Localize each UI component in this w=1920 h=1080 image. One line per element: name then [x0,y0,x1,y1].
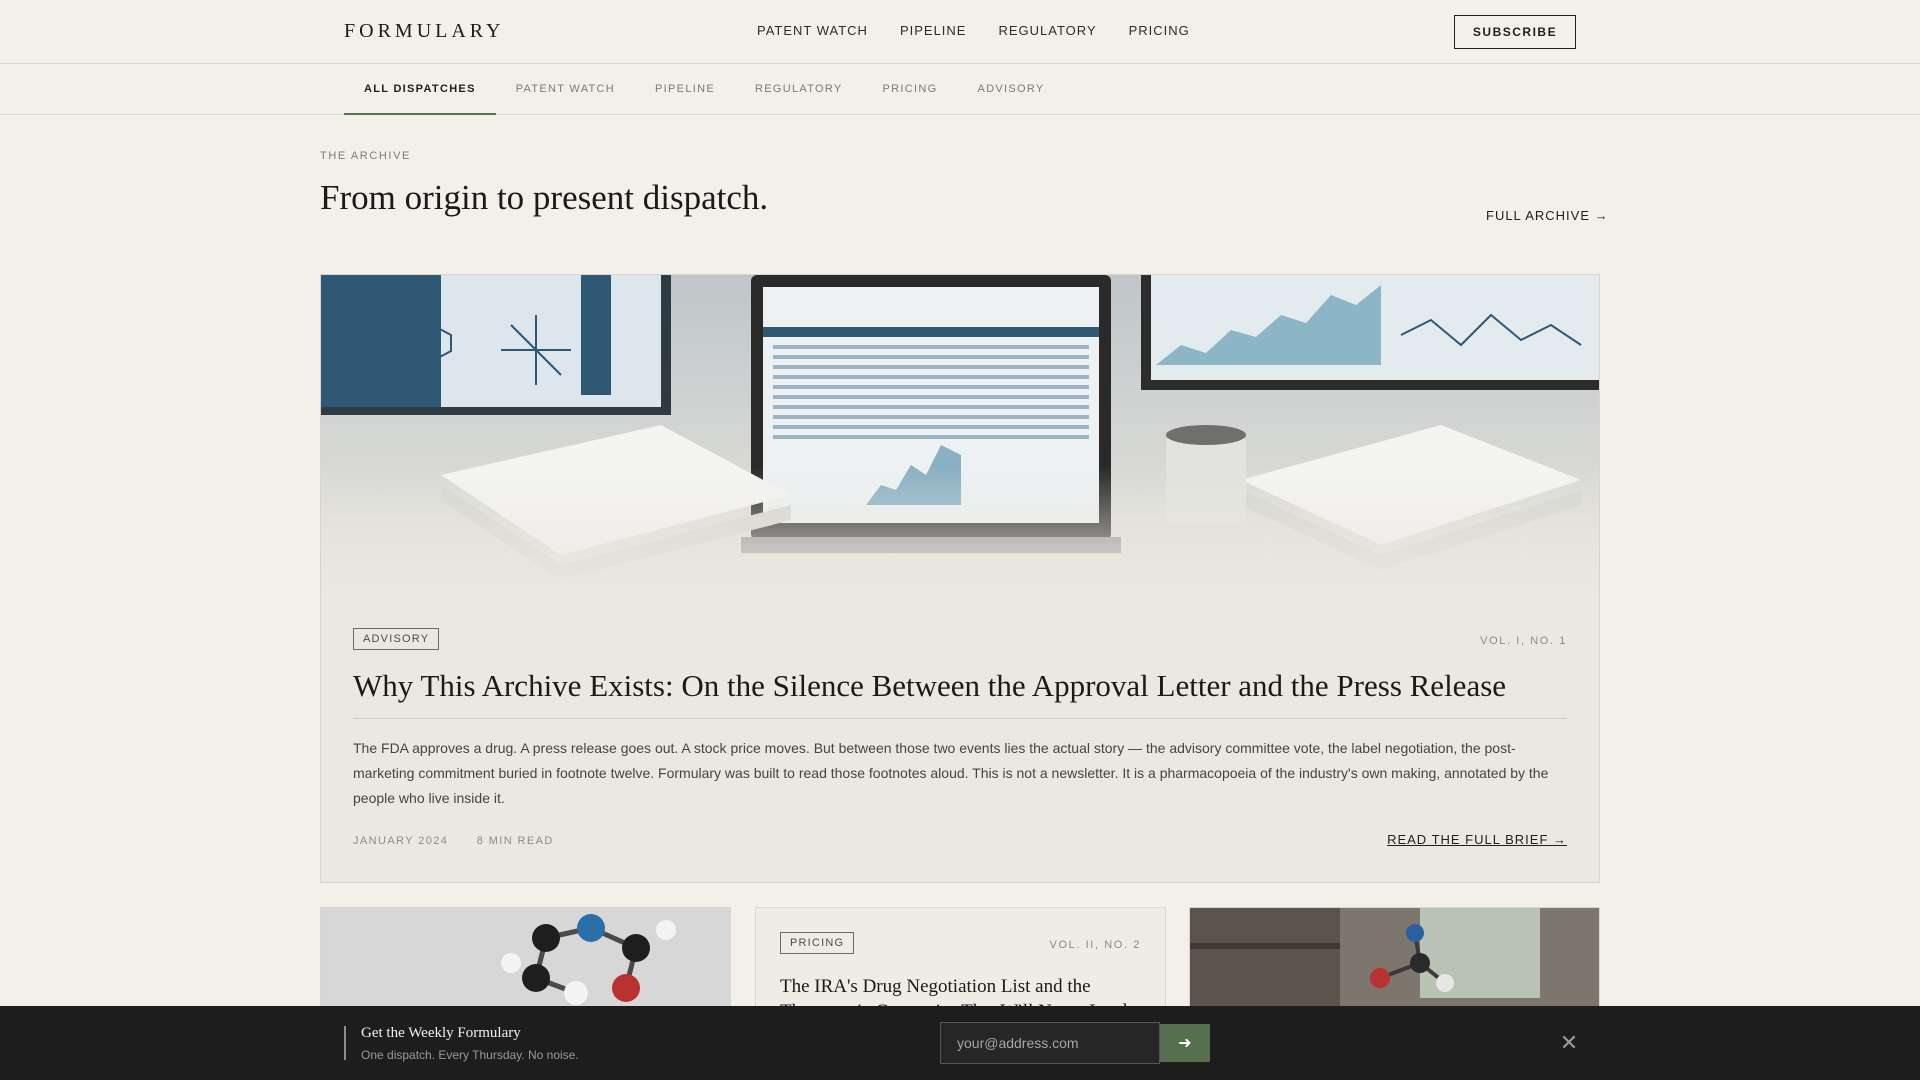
newsletter-submit-button[interactable]: ➜ [1160,1024,1210,1062]
tab-advisory[interactable]: ADVISORY [957,64,1064,115]
featured-hero-image [321,275,1599,595]
top-navigation: FORMULARY PATENT WATCH PIPELINE REGULATO… [0,0,1920,64]
nav-patent-watch[interactable]: PATENT WATCH [757,23,868,38]
volume-label: VOL. II, NO. 2 [1049,939,1141,951]
newsletter-bar: Get the Weekly Formulary One dispatch. E… [0,1006,1920,1080]
featured-article-excerpt: The FDA approves a drug. A press release… [353,740,1549,806]
newsletter-divider [344,1026,346,1060]
nav-pipeline[interactable]: PIPELINE [900,23,967,38]
category-tag[interactable]: PRICING [780,932,855,954]
tab-patent-watch[interactable]: PATENT WATCH [496,64,635,115]
category-tabs: ALL DISPATCHES PATENT WATCH PIPELINE REG… [344,64,1065,115]
tab-all-dispatches[interactable]: ALL DISPATCHES [344,64,496,115]
tab-pricing[interactable]: PRICING [863,64,958,115]
category-tabbar: ALL DISPATCHES PATENT WATCH PIPELINE REG… [0,64,1920,115]
page-title: From origin to present dispatch. [320,178,769,217]
nav-regulatory[interactable]: REGULATORY [998,23,1096,38]
subscribe-button[interactable]: SUBSCRIBE [1454,15,1576,49]
molecule-image [321,908,730,1008]
featured-article-card[interactable]: ADVISORY VOL. I, NO. 1 Why This Archive … [320,274,1600,883]
tab-regulatory[interactable]: REGULATORY [735,64,863,115]
category-tag[interactable]: ADVISORY [353,628,440,650]
newsletter-subtitle: One dispatch. Every Thursday. No noise. [361,1048,579,1062]
volume-label: VOL. I, NO. 1 [1480,635,1567,647]
article-date: JANUARY 2024 [353,835,449,847]
site-logo[interactable]: FORMULARY [344,20,504,43]
featured-article-title[interactable]: Why This Archive Exists: On the Silence … [353,668,1567,719]
main-nav: PATENT WATCH PIPELINE REGULATORY PRICING [757,23,1190,38]
featured-article-body: ADVISORY VOL. I, NO. 1 Why This Archive … [353,628,1567,847]
read-full-brief-link[interactable]: READ THE FULL BRIEF → [1387,832,1567,847]
newsletter-title: Get the Weekly Formulary [361,1025,521,1041]
tab-pipeline[interactable]: PIPELINE [635,64,735,115]
article-meta: JANUARY 2024 8 MIN READ [353,835,1567,847]
lab-image [1190,908,1599,1008]
nav-pricing[interactable]: PRICING [1129,23,1190,38]
article-read-time: 8 MIN READ [476,835,554,847]
arrow-right-icon: ➜ [1178,1035,1192,1052]
close-icon[interactable]: ✕ [1557,1031,1581,1055]
section-eyebrow: THE ARCHIVE [320,150,411,162]
full-archive-link[interactable]: FULL ARCHIVE → [1486,208,1609,223]
newsletter-email-input[interactable] [940,1022,1160,1064]
